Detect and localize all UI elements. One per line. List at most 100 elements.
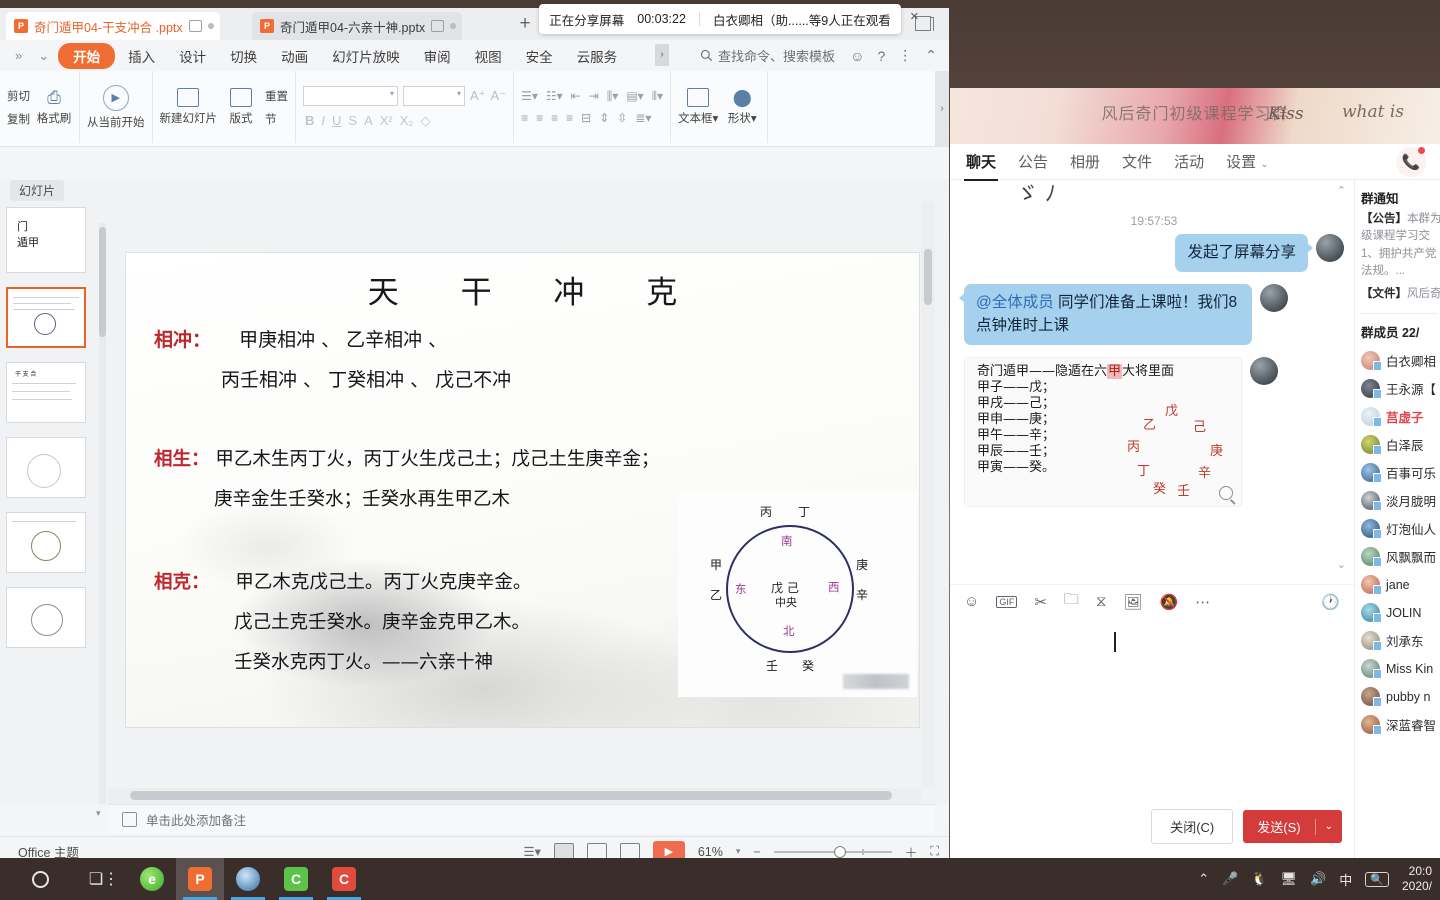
slide-thumbnail[interactable]: 门遁甲 bbox=[6, 207, 86, 273]
member-list-item[interactable]: 风飘飘而 bbox=[1361, 547, 1440, 568]
avatar-2[interactable] bbox=[1260, 284, 1288, 313]
ribbon-tab-view[interactable]: 视图 bbox=[464, 43, 513, 69]
ribbon-tabs-more-icon[interactable]: › bbox=[655, 44, 669, 66]
image-icon[interactable]: 🖼 bbox=[1123, 593, 1142, 611]
tab-settings[interactable]: 设置 ⌄ bbox=[1226, 151, 1269, 172]
ribbon-tab-home[interactable]: 开始 bbox=[58, 42, 116, 69]
font-family-select[interactable] bbox=[303, 85, 398, 106]
document-tab-active[interactable]: P 奇门遁甲04-干支冲合 .pptx bbox=[6, 12, 220, 40]
increase-indent-button[interactable]: ⇥ bbox=[589, 89, 599, 104]
normal-view-button[interactable] bbox=[553, 842, 574, 858]
ribbon-overflow-icon[interactable]: » bbox=[8, 48, 29, 63]
align-text-button[interactable]: ▤▾ bbox=[626, 89, 643, 104]
taskbar-powerpoint-button[interactable]: P bbox=[176, 858, 224, 900]
emoji-icon[interactable]: ☺ bbox=[964, 593, 979, 610]
network-icon[interactable]: 🖥 bbox=[1281, 871, 1298, 887]
ribbon-dropdown-icon[interactable]: ⌄ bbox=[31, 48, 56, 64]
new-slide-button[interactable]: 新建幻灯片 bbox=[160, 88, 217, 126]
zoom-slider[interactable] bbox=[773, 845, 892, 858]
scroll-up-icon[interactable]: ⌃ bbox=[1337, 184, 1346, 197]
distribute-button[interactable]: ⊟ bbox=[581, 111, 591, 125]
slide-thumbnail-4[interactable] bbox=[6, 437, 86, 498]
text-color-button[interactable]: A bbox=[364, 113, 373, 128]
columns-button[interactable]: ⦀▾ bbox=[652, 89, 663, 104]
member-list-item[interactable]: 淡月胧明 bbox=[1361, 491, 1440, 512]
message-image-qimendunjia[interactable]: 奇门遁甲——隐遁在六甲大将里面 甲子——戊； 甲戌——己； 甲申——庚； 甲午—… bbox=[964, 357, 1242, 508]
zoom-level-label[interactable]: 61% bbox=[698, 845, 723, 859]
slide-thumbnails-pane[interactable]: 门遁甲 干 支 合 bbox=[0, 201, 108, 804]
tab-album[interactable]: 相册 bbox=[1070, 151, 1100, 172]
qq-penguin-icon[interactable]: 🐧 bbox=[1251, 871, 1267, 887]
send-options-caret-icon[interactable]: ⌄ bbox=[1316, 814, 1342, 839]
fit-to-window-button[interactable]: ⛶ bbox=[930, 844, 939, 858]
ribbon-tab-slideshow[interactable]: 幻灯片放映 bbox=[321, 43, 411, 69]
zoom-slider-handle[interactable] bbox=[833, 845, 846, 858]
collapse-ribbon-icon[interactable]: ⌃ bbox=[925, 47, 937, 64]
cut-button[interactable]: 剪切 bbox=[7, 88, 30, 104]
member-list-item[interactable]: JOLIN bbox=[1361, 603, 1440, 624]
superscript-button[interactable]: X² bbox=[380, 113, 393, 128]
layout-button[interactable]: 版式 bbox=[223, 88, 259, 126]
slide-hscrollbar-thumb[interactable] bbox=[130, 791, 892, 800]
textbox-button[interactable]: 文本框▾ bbox=[678, 88, 718, 126]
document-tab-inactive[interactable]: P 奇门遁甲04-六亲十神.pptx bbox=[252, 12, 463, 40]
monitor-icon[interactable] bbox=[188, 20, 202, 32]
clear-format-button[interactable]: ◇ bbox=[420, 113, 430, 129]
bullet-list-button[interactable]: ☰▾ bbox=[521, 89, 538, 104]
thumbnails-scrollbar-thumb[interactable] bbox=[99, 227, 106, 337]
more-paragraph-button[interactable]: ≣▾ bbox=[635, 111, 651, 125]
ribbon-tab-transitions[interactable]: 切换 bbox=[219, 43, 268, 69]
scissors-icon[interactable]: ✂ bbox=[1034, 593, 1047, 611]
reading-view-button[interactable] bbox=[619, 842, 640, 858]
avatar[interactable] bbox=[1316, 234, 1344, 262]
slide-vscrollbar-thumb[interactable] bbox=[924, 249, 932, 305]
ribbon-search[interactable]: 查找命令、搜索模板 bbox=[700, 46, 835, 65]
line-spacing-button[interactable]: ⇕ bbox=[599, 111, 609, 125]
tab-close-dot-icon-2[interactable] bbox=[450, 23, 457, 29]
tab-close-dot-icon[interactable] bbox=[207, 23, 214, 29]
text-direction-button[interactable]: ⫼▾ bbox=[607, 89, 619, 104]
help-icon[interactable]: ? bbox=[877, 48, 885, 64]
decrease-indent-button[interactable]: ⇤ bbox=[571, 89, 581, 104]
share-close-icon[interactable]: × bbox=[910, 8, 919, 25]
ribbon-tab-insert[interactable]: 插入 bbox=[117, 43, 166, 69]
shake-icon[interactable]: ⧖ bbox=[1096, 593, 1107, 610]
copy-button[interactable]: 复制 bbox=[7, 111, 30, 127]
slide-thumbnail-5[interactable] bbox=[6, 512, 86, 573]
microphone-icon[interactable]: 🎤 bbox=[1222, 871, 1238, 887]
decrease-font-icon[interactable]: A⁻ bbox=[491, 88, 507, 104]
volume-icon[interactable]: 🔊 bbox=[1310, 871, 1326, 887]
strikethrough-button[interactable]: S bbox=[348, 113, 357, 128]
history-icon[interactable]: 🕐 bbox=[1321, 593, 1340, 611]
start-slideshow-button[interactable]: ▶ bbox=[652, 840, 685, 858]
member-list-item[interactable]: 百事可乐 bbox=[1361, 463, 1440, 484]
slide-thumbnail-active[interactable] bbox=[6, 287, 86, 348]
notes-pane[interactable]: 单击此处添加备注 bbox=[108, 804, 935, 834]
shapes-button[interactable]: ⬤ 形状▾ bbox=[724, 88, 760, 126]
member-list-item[interactable]: 王永源【 bbox=[1361, 379, 1440, 400]
tab-chat[interactable]: 聊天 bbox=[963, 151, 999, 181]
zoom-out-button[interactable]: − bbox=[753, 845, 760, 859]
slide-sorter-view-button[interactable] bbox=[586, 842, 607, 858]
slide-hscrollbar-track[interactable] bbox=[108, 788, 921, 804]
italic-button[interactable]: I bbox=[321, 113, 325, 128]
taskbar-qq-button[interactable]: C bbox=[320, 858, 368, 900]
align-center-button[interactable]: ≡ bbox=[536, 111, 543, 125]
notes-view-icon[interactable]: ☰▾ bbox=[523, 844, 540, 858]
search-box-icon[interactable]: 🔍 bbox=[1365, 871, 1389, 887]
taskbar-start-button[interactable] bbox=[0, 858, 80, 900]
reset-button[interactable]: 重置 bbox=[265, 88, 288, 104]
zoom-in-button[interactable]: ＋ bbox=[905, 842, 918, 858]
taskbar-ie-button[interactable] bbox=[224, 858, 272, 900]
slide-vscrollbar-track[interactable] bbox=[921, 201, 935, 788]
folder-icon[interactable]: 🗀 bbox=[1064, 589, 1079, 614]
taskbar-task-view-button[interactable]: ❏⋮ bbox=[80, 858, 128, 900]
member-list-item[interactable]: 灯泡仙人 bbox=[1361, 519, 1440, 540]
ribbon-tab-animations[interactable]: 动画 bbox=[270, 43, 319, 69]
increase-font-icon[interactable]: A⁺ bbox=[470, 88, 486, 104]
send-button[interactable]: 发送(S) ⌄ bbox=[1243, 810, 1342, 843]
member-list-item[interactable]: pubby n bbox=[1361, 687, 1440, 708]
new-tab-button[interactable]: + bbox=[514, 14, 536, 36]
align-left-button[interactable]: ≡ bbox=[521, 111, 528, 125]
member-list-item[interactable]: 刘承东 bbox=[1361, 631, 1440, 652]
